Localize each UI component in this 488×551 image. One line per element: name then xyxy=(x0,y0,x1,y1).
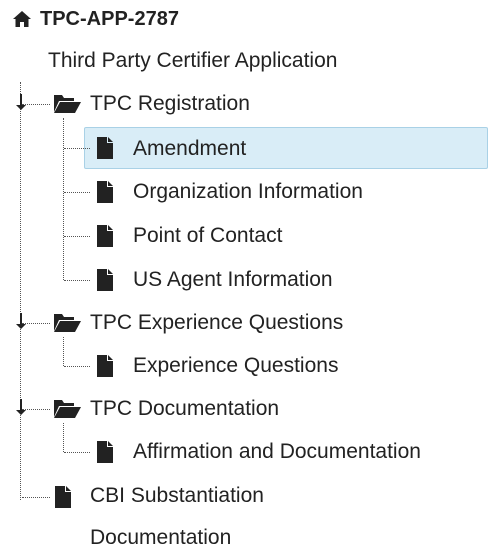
home-icon xyxy=(12,10,32,28)
collapse-toggle[interactable] xyxy=(15,398,26,416)
tree-item-point-of-contact[interactable]: Point of Contact xyxy=(133,223,282,249)
tree-item-experience-questions[interactable]: Experience Questions xyxy=(133,353,338,379)
root-subtitle[interactable]: Third Party Certifier Application xyxy=(48,48,337,74)
folder-label[interactable]: TPC Documentation xyxy=(90,396,279,422)
collapse-toggle[interactable] xyxy=(15,312,26,330)
file-icon xyxy=(54,485,72,509)
collapse-toggle[interactable] xyxy=(15,93,26,111)
tree-item-affirmation-and-documentation[interactable]: Affirmation and Documentation xyxy=(133,439,421,465)
tree-item-organization-information[interactable]: Organization Information xyxy=(133,179,363,205)
root-id[interactable]: TPC-APP-2787 xyxy=(40,6,179,32)
folder-open-icon xyxy=(52,311,82,333)
tree-item-amendment[interactable]: Amendment xyxy=(133,136,246,162)
folder-label[interactable]: TPC Registration xyxy=(90,91,250,117)
file-icon xyxy=(96,440,114,464)
tree-item-us-agent-information[interactable]: US Agent Information xyxy=(133,267,333,293)
file-icon xyxy=(96,268,114,292)
folder-open-icon xyxy=(52,92,82,114)
folder-label[interactable]: TPC Experience Questions xyxy=(90,310,343,336)
tree-item-cbi-substantiation[interactable]: CBI Substantiation xyxy=(90,483,264,509)
file-icon xyxy=(96,136,114,160)
file-icon xyxy=(96,224,114,248)
folder-open-icon xyxy=(52,397,82,419)
file-icon xyxy=(96,354,114,378)
tree-item-cbi-substantiation-line2[interactable]: Documentation xyxy=(90,525,231,551)
tree-connector-main xyxy=(20,82,21,500)
file-icon xyxy=(96,180,114,204)
